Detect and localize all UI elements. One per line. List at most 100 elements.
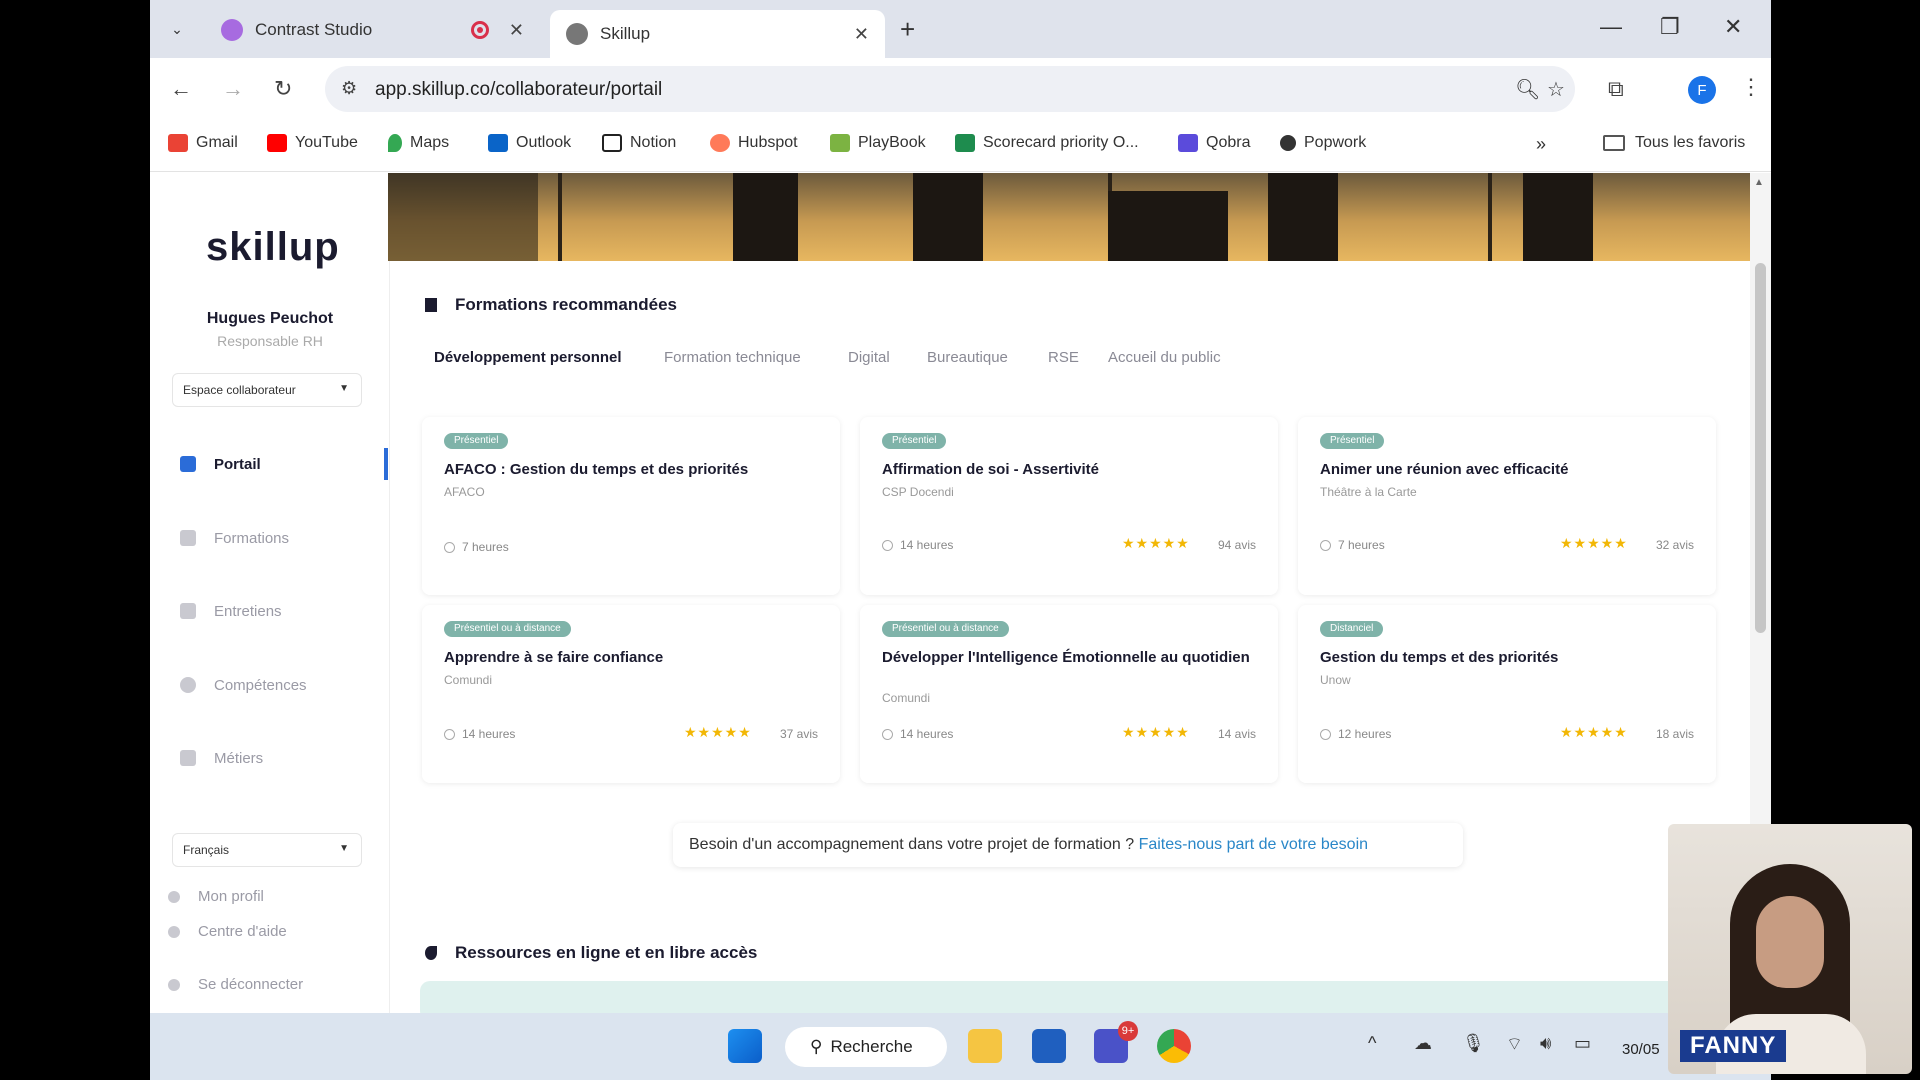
battery-icon[interactable]: ▭ bbox=[1574, 1033, 1591, 1054]
modality-badge: Présentiel ou à distance bbox=[444, 621, 571, 637]
close-window-icon[interactable]: ✕ bbox=[1724, 14, 1742, 40]
bookmark-label: YouTube bbox=[295, 134, 358, 151]
course-card[interactable]: Présentiel Affirmation de soi - Assertiv… bbox=[860, 417, 1278, 595]
sidebar-item-competences[interactable]: Compétences bbox=[180, 670, 307, 700]
sidebar-item-formations[interactable]: Formations bbox=[180, 523, 289, 553]
speaker-icon[interactable]: 🔊︎ bbox=[1540, 1033, 1551, 1054]
my-profile-link[interactable]: Mon profil bbox=[168, 888, 264, 905]
sidebar-item-entretiens[interactable]: Entretiens bbox=[180, 596, 282, 626]
tab-formation-technique[interactable]: Formation technique bbox=[664, 349, 801, 366]
briefcase-icon bbox=[180, 750, 196, 766]
chrome-icon[interactable] bbox=[1157, 1029, 1191, 1063]
modality-badge: Présentiel bbox=[1320, 433, 1385, 449]
course-title: Gestion du temps et des priorités bbox=[1320, 649, 1559, 666]
bookmark-popwork[interactable]: Popwork bbox=[1280, 134, 1366, 152]
skillup-logo[interactable]: skillup bbox=[206, 225, 340, 270]
windows-start-icon[interactable] bbox=[728, 1029, 762, 1063]
extensions-icon[interactable]: ⧉ bbox=[1608, 76, 1624, 102]
tab-digital[interactable]: Digital bbox=[848, 349, 890, 366]
duration-text: 14 heures bbox=[900, 538, 954, 552]
bookmark-label: PlayBook bbox=[858, 134, 926, 151]
bookmark-label: Outlook bbox=[516, 134, 572, 151]
footer-link-label: Se déconnecter bbox=[198, 976, 304, 993]
logout-link[interactable]: Se déconnecter bbox=[168, 976, 303, 993]
back-icon[interactable]: ← bbox=[170, 76, 192, 102]
zoom-icon[interactable]: 🔍︎ bbox=[1515, 77, 1540, 102]
scroll-up-icon[interactable]: ▲ bbox=[1754, 177, 1764, 188]
review-count: 37 avis bbox=[779, 727, 818, 741]
course-title: Apprendre à se faire confiance bbox=[444, 649, 664, 666]
silhouette bbox=[733, 173, 798, 261]
course-provider: Théâtre à la Carte bbox=[1320, 485, 1417, 499]
bookmark-notion[interactable]: Notion bbox=[602, 134, 676, 152]
new-tab-button[interactable]: + bbox=[900, 14, 915, 45]
microphone-icon[interactable]: 🎙︎ bbox=[1462, 1033, 1485, 1054]
close-tab-icon[interactable]: ✕ bbox=[509, 20, 524, 41]
scrollbar-thumb[interactable] bbox=[1755, 263, 1766, 633]
course-provider: Comundi bbox=[444, 673, 493, 687]
sidebar-item-metiers[interactable]: Métiers bbox=[180, 743, 263, 773]
more-bookmarks-icon[interactable]: » bbox=[1536, 134, 1546, 155]
tab-rse[interactable]: RSE bbox=[1048, 349, 1079, 366]
help-center-link[interactable]: Centre d'aide bbox=[168, 923, 287, 940]
language-select[interactable]: Français ▼ bbox=[172, 833, 362, 867]
all-bookmarks[interactable]: Tous les favoris bbox=[1603, 134, 1745, 152]
bookmark-outlook[interactable]: Outlook bbox=[488, 134, 571, 152]
footer-link-label: Mon profil bbox=[198, 888, 264, 905]
bookmark-hubspot[interactable]: Hubspot bbox=[710, 134, 798, 152]
bookmark-playbook[interactable]: PlayBook bbox=[830, 134, 926, 152]
profile-avatar[interactable]: F bbox=[1688, 76, 1716, 104]
forward-icon[interactable]: → bbox=[222, 76, 244, 102]
omnibox[interactable]: ⚙ app.skillup.co/collaborateur/portail 🔍… bbox=[325, 66, 1575, 112]
need-link[interactable]: Faites-nous part de votre besoin bbox=[1139, 836, 1368, 853]
file-explorer-icon[interactable] bbox=[968, 1029, 1002, 1063]
duration-text: 12 heures bbox=[1338, 727, 1392, 741]
url-text[interactable]: app.skillup.co/collaborateur/portail bbox=[375, 79, 662, 101]
bookmark-label: Popwork bbox=[1304, 134, 1367, 151]
modality-badge: Présentiel bbox=[444, 433, 509, 449]
bookmark-label: Qobra bbox=[1206, 134, 1251, 151]
site-settings-icon[interactable]: ⚙ bbox=[341, 78, 357, 99]
tab-contrast-studio[interactable]: Contrast Studio ✕ bbox=[205, 10, 540, 50]
course-card[interactable]: Présentiel Animer une réunion avec effic… bbox=[1298, 417, 1716, 595]
menu-icon[interactable]: ⋮ bbox=[1740, 74, 1762, 100]
sidebar-item-label: Portail bbox=[214, 455, 261, 473]
onedrive-icon[interactable]: ☁ bbox=[1414, 1033, 1432, 1054]
course-card[interactable]: Présentiel ou à distance Apprendre à se … bbox=[422, 605, 840, 783]
hero-banner bbox=[388, 173, 1750, 261]
course-card[interactable]: Présentiel AFACO : Gestion du temps et d… bbox=[422, 417, 840, 595]
bookmark-star-icon[interactable]: ☆ bbox=[1547, 77, 1565, 102]
close-tab-icon[interactable]: ✕ bbox=[854, 24, 869, 45]
bookmark-maps[interactable]: Maps bbox=[388, 134, 449, 152]
restore-icon[interactable]: ❐ bbox=[1660, 14, 1680, 40]
sidebar-item-portail[interactable]: Portail bbox=[180, 449, 261, 479]
course-card[interactable]: Présentiel ou à distance Développer l'In… bbox=[860, 605, 1278, 783]
taskbar-date[interactable]: 30/05 bbox=[1622, 1041, 1660, 1058]
bookmark-qobra[interactable]: Qobra bbox=[1178, 134, 1250, 152]
star-rating: ★★★★★ bbox=[1560, 724, 1628, 740]
chevron-up-icon[interactable]: ^ bbox=[1368, 1033, 1376, 1054]
tab-accueil-du-public[interactable]: Accueil du public bbox=[1108, 349, 1221, 366]
tab-bureautique[interactable]: Bureautique bbox=[927, 349, 1008, 366]
tab-search-dropdown-icon[interactable]: ⌄ bbox=[162, 14, 192, 44]
course-duration: 7 heures bbox=[1320, 538, 1385, 552]
taskbar-search[interactable]: ⚲ Recherche bbox=[785, 1027, 947, 1067]
reload-icon[interactable]: ↻ bbox=[274, 76, 292, 102]
space-select[interactable]: Espace collaborateur ▼ bbox=[172, 373, 362, 407]
tab-developpement-personnel[interactable]: Développement personnel bbox=[434, 349, 622, 366]
bookmark-gmail[interactable]: Gmail bbox=[168, 134, 238, 152]
course-card[interactable]: Distanciel Gestion du temps et des prior… bbox=[1298, 605, 1716, 783]
clock-icon bbox=[882, 728, 893, 740]
course-provider: AFACO bbox=[444, 485, 485, 499]
minimize-icon[interactable]: — bbox=[1600, 14, 1622, 40]
webcam-overlay: FANNY bbox=[1668, 824, 1912, 1074]
course-duration: 14 heures bbox=[882, 538, 953, 552]
bookmark-scorecard[interactable]: Scorecard priority O... bbox=[955, 134, 1139, 152]
wifi-icon[interactable]: ⌔ bbox=[1506, 1033, 1523, 1056]
popwork-icon bbox=[1280, 135, 1296, 151]
bookmark-youtube[interactable]: YouTube bbox=[267, 134, 358, 152]
tab-skillup[interactable]: Skillup ✕ bbox=[550, 10, 885, 58]
store-icon[interactable] bbox=[1032, 1029, 1066, 1063]
star-rating: ★★★★★ bbox=[1122, 724, 1190, 740]
duration-text: 14 heures bbox=[900, 727, 954, 741]
